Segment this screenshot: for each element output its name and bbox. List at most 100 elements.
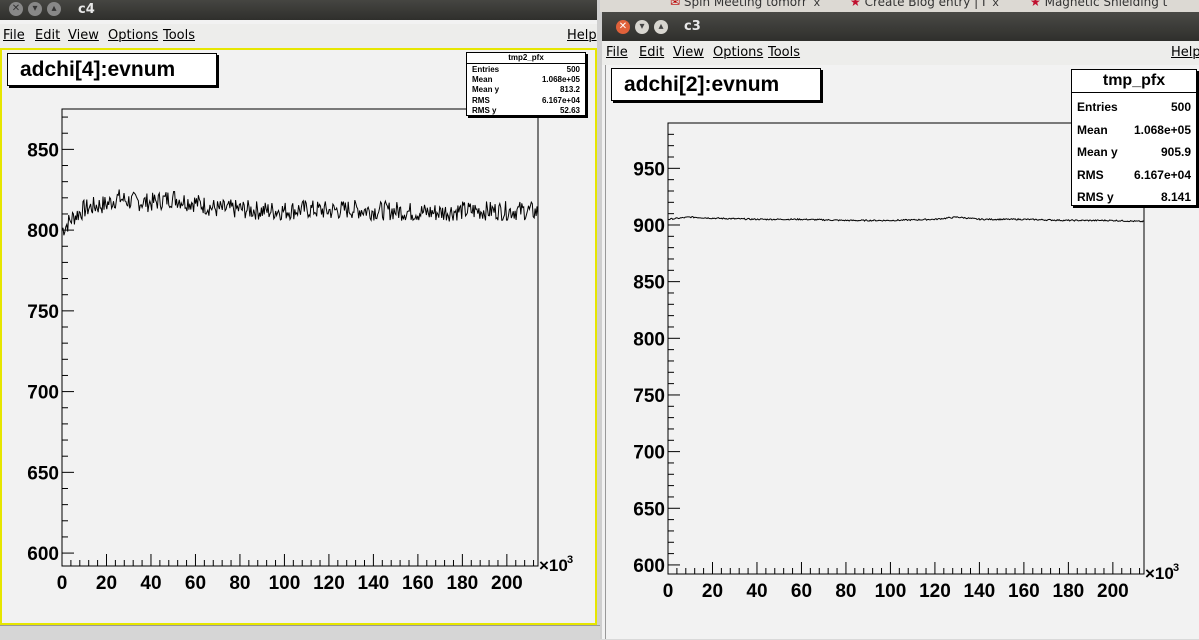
y-tick-label: 800 bbox=[27, 221, 59, 242]
y-tick-label: 600 bbox=[633, 556, 665, 577]
y-tick-label: 750 bbox=[27, 302, 59, 323]
x-axis-multiplier-exponent: 3 bbox=[1173, 562, 1179, 574]
browser-tab[interactable]: ★ Create Blog entry | I x bbox=[850, 0, 1020, 12]
x-axis-multiplier: ×10 bbox=[1145, 564, 1174, 583]
browser-tab[interactable]: ✉ Spin Meeting tomorr x bbox=[670, 0, 838, 12]
stats-value: 6.167e+04 bbox=[1133, 168, 1191, 182]
x-tick-label: 160 bbox=[1008, 581, 1040, 602]
menu-help[interactable]: Help bbox=[567, 28, 597, 43]
plot-canvas[interactable]: 0 20 40 60 80 100 120 140 160 180 200 600 650 700 750 8… bbox=[0, 48, 597, 625]
browser-tab-strip: ✉ Spin Meeting tomorr x ★ Create Blog en… bbox=[600, 0, 1199, 12]
plot-title: adchi[2]:evnum bbox=[611, 68, 821, 101]
menu-bar: File Edit View Options Tools Help bbox=[0, 24, 597, 48]
chart-svg: 0 20 40 60 80 100 120 140 160 180 200 600 650 700 750 8… bbox=[27, 108, 573, 594]
y-tick-label: 700 bbox=[633, 443, 665, 464]
menu-edit[interactable]: Edit bbox=[639, 45, 664, 60]
stats-value: 1.068e+05 bbox=[1133, 123, 1191, 137]
x-tick-label: 20 bbox=[96, 573, 117, 594]
window-c3: ✕ ▾ ▴ c3 File Edit View Options Tools He… bbox=[602, 12, 1199, 639]
menu-file[interactable]: File bbox=[3, 28, 25, 43]
stats-label: RMS y bbox=[1077, 190, 1114, 204]
x-tick-label: 0 bbox=[57, 573, 68, 594]
browser-tab-label: Spin Meeting tomorr bbox=[683, 0, 807, 9]
star-icon: ★ bbox=[850, 0, 861, 9]
menu-view[interactable]: View bbox=[68, 28, 99, 43]
maximize-window-icon[interactable]: ▴ bbox=[47, 2, 61, 16]
menu-tools[interactable]: Tools bbox=[163, 28, 195, 43]
y-tick-label: 950 bbox=[633, 159, 665, 180]
x-tick-label: 40 bbox=[746, 581, 767, 602]
x-tick-label: 60 bbox=[185, 573, 206, 594]
x-tick-label: 200 bbox=[491, 573, 523, 594]
browser-tab[interactable]: ★ Magnetic Shielding t bbox=[1030, 0, 1199, 12]
stats-label: Mean y bbox=[472, 85, 500, 94]
x-tick-label: 160 bbox=[402, 573, 434, 594]
menu-edit[interactable]: Edit bbox=[35, 28, 60, 43]
title-bar: ✕ ▾ ▴ c4 bbox=[0, 0, 597, 20]
minimize-window-icon[interactable]: ▾ bbox=[28, 2, 42, 16]
x-tick-label: 20 bbox=[702, 581, 723, 602]
x-tick-label: 100 bbox=[875, 581, 907, 602]
x-tick-label: 80 bbox=[229, 573, 250, 594]
browser-tab-label: Create Blog entry | I bbox=[864, 0, 986, 9]
y-tick-label: 700 bbox=[27, 383, 59, 404]
close-tab-icon[interactable]: x bbox=[992, 0, 999, 9]
stats-value: 1.068e+05 bbox=[541, 75, 580, 84]
menu-options[interactable]: Options bbox=[713, 45, 763, 60]
close-window-icon[interactable]: ✕ bbox=[616, 20, 630, 34]
x-tick-label: 120 bbox=[919, 581, 951, 602]
stats-box: tmp_pfx Entries 500 Mean 1.068e+05 Mean y 9… bbox=[1071, 69, 1197, 206]
stats-label: Mean bbox=[1077, 123, 1108, 137]
close-window-icon[interactable]: ✕ bbox=[9, 2, 23, 16]
stats-label: RMS bbox=[1077, 168, 1104, 182]
window-title: c4 bbox=[78, 2, 95, 17]
stats-value: 52.63 bbox=[559, 106, 580, 115]
x-tick-label: 140 bbox=[358, 573, 390, 594]
plot-canvas[interactable]: 0 20 40 60 80 100 120 140 160 180 200 600 650 700 750 8… bbox=[605, 65, 1199, 639]
stats-value: 8.141 bbox=[1160, 190, 1191, 204]
y-tick-label: 650 bbox=[633, 499, 665, 520]
y-tick-label: 600 bbox=[27, 544, 59, 565]
window-title: c3 bbox=[684, 19, 701, 34]
stats-box: tmp2_pfx Entries 500 Mean 1.068e+05 Mean y… bbox=[466, 52, 586, 116]
stats-value: 6.167e+04 bbox=[541, 96, 580, 105]
y-tick-label: 900 bbox=[633, 216, 665, 237]
data-series-line bbox=[667, 215, 1145, 223]
title-bar: ✕ ▾ ▴ c3 bbox=[602, 12, 1199, 41]
x-tick-label: 120 bbox=[313, 573, 345, 594]
stats-label: Entries bbox=[1077, 100, 1118, 114]
menu-file[interactable]: File bbox=[606, 45, 628, 60]
y-tick-label: 650 bbox=[27, 463, 59, 484]
minimize-window-icon[interactable]: ▾ bbox=[635, 20, 649, 34]
data-series-line bbox=[61, 189, 539, 236]
menu-view[interactable]: View bbox=[673, 45, 704, 60]
x-tick-label: 100 bbox=[269, 573, 301, 594]
x-axis-multiplier: ×10 bbox=[539, 556, 568, 575]
menu-help[interactable]: Help bbox=[1171, 45, 1199, 60]
close-tab-icon[interactable]: x bbox=[814, 0, 821, 9]
star-icon: ★ bbox=[1030, 0, 1041, 9]
x-tick-label: 140 bbox=[964, 581, 996, 602]
x-tick-label: 0 bbox=[663, 581, 674, 602]
menu-options[interactable]: Options bbox=[108, 28, 158, 43]
menu-tools[interactable]: Tools bbox=[768, 45, 800, 60]
stats-value: 813.2 bbox=[559, 85, 580, 94]
maximize-window-icon[interactable]: ▴ bbox=[654, 20, 668, 34]
plot-frame bbox=[61, 108, 539, 567]
x-tick-label: 200 bbox=[1097, 581, 1129, 602]
y-tick-label: 750 bbox=[633, 386, 665, 407]
x-axis-multiplier-exponent: 3 bbox=[567, 554, 573, 566]
x-tick-label: 60 bbox=[791, 581, 812, 602]
y-tick-label: 800 bbox=[633, 329, 665, 350]
stats-value: 500 bbox=[1170, 100, 1191, 114]
stats-name: tmp2_pfx bbox=[467, 53, 585, 64]
stats-value: 500 bbox=[566, 65, 580, 74]
stats-value: 905.9 bbox=[1160, 145, 1191, 159]
stats-label: Entries bbox=[472, 65, 500, 74]
y-tick-label: 850 bbox=[633, 273, 665, 294]
y-tick-label: 850 bbox=[27, 140, 59, 161]
x-tick-label: 180 bbox=[447, 573, 479, 594]
stats-name: tmp_pfx bbox=[1072, 70, 1196, 93]
x-tick-label: 40 bbox=[140, 573, 161, 594]
menu-bar: File Edit View Options Tools Help bbox=[602, 41, 1199, 65]
